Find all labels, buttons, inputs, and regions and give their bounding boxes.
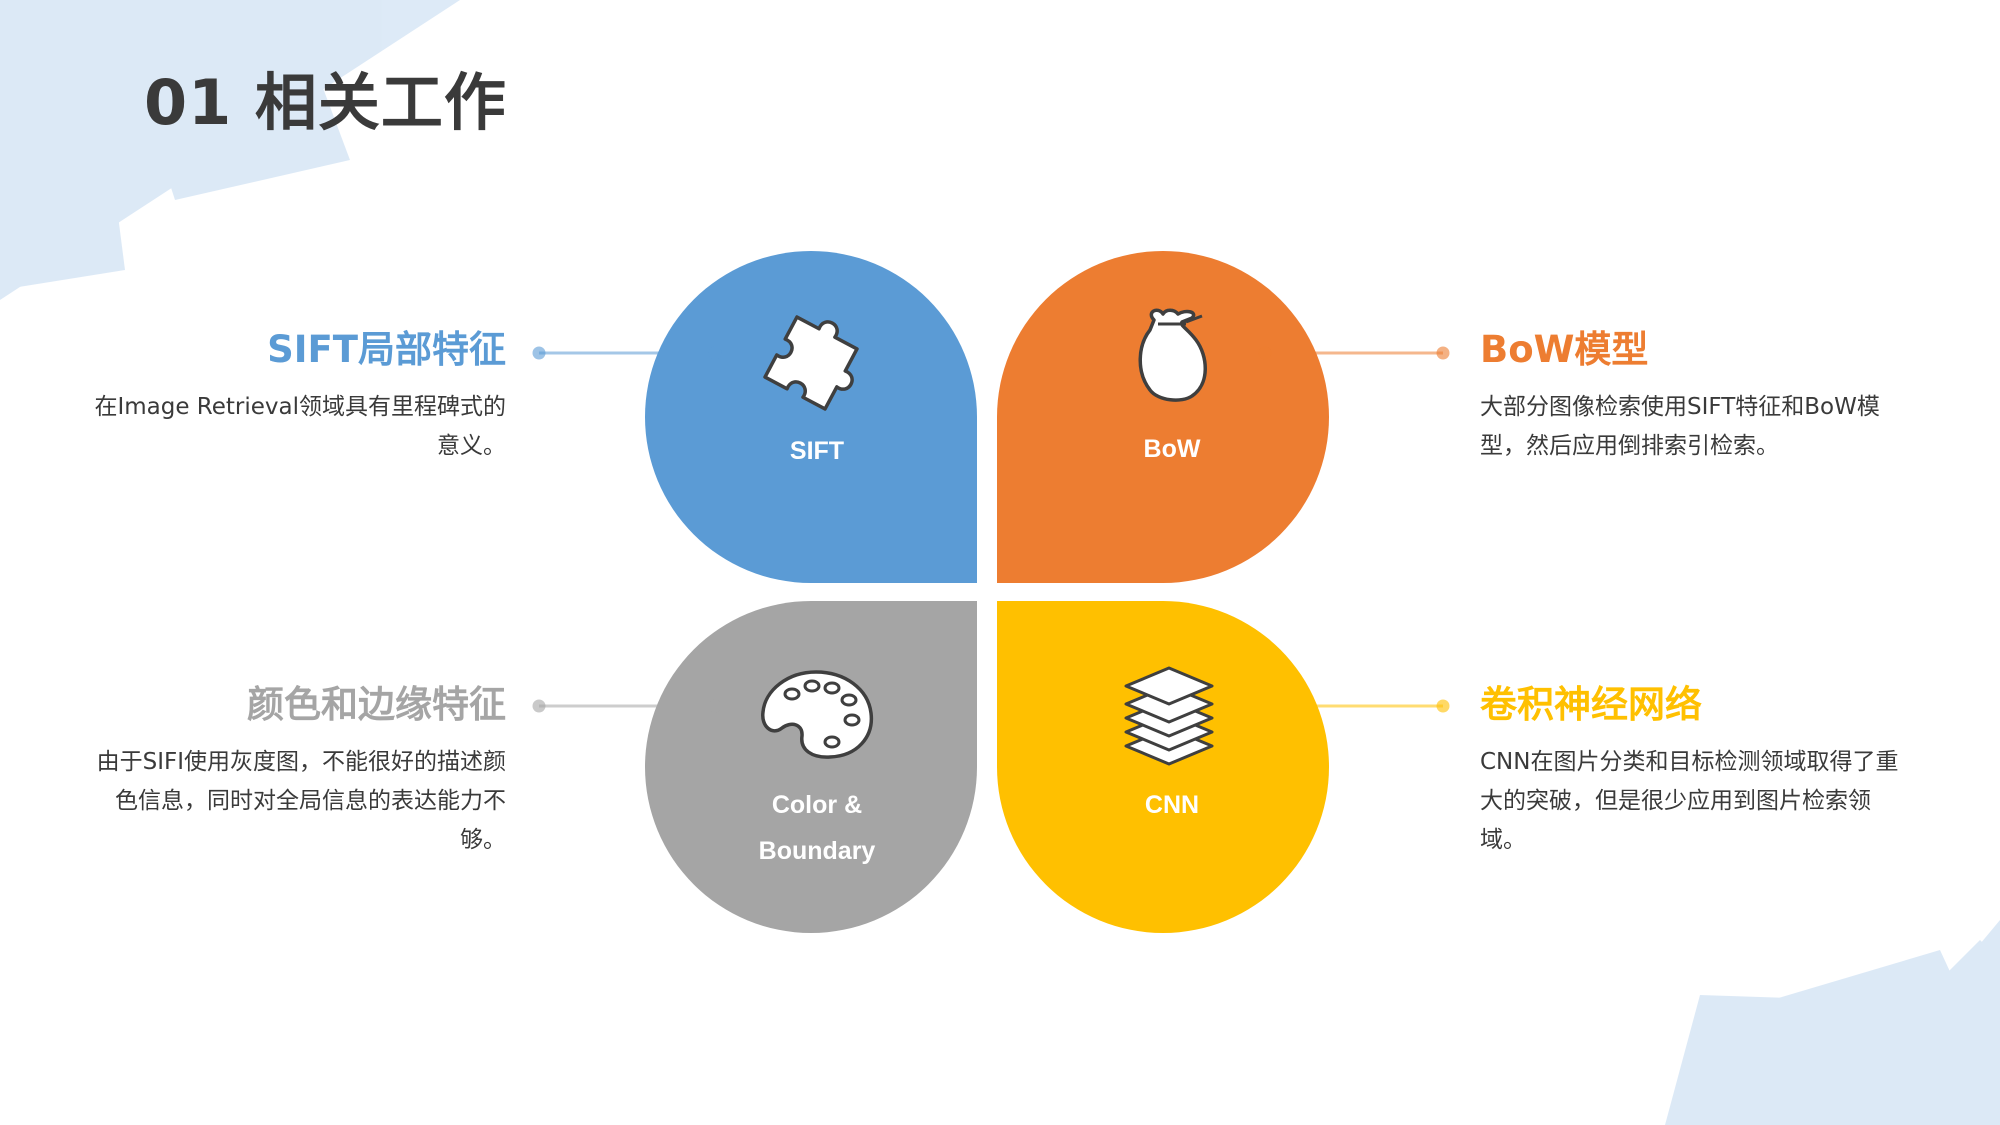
topic-title-cnn: 卷积神经网络	[1480, 683, 1702, 726]
petal-label-color-line2: Boundary	[759, 837, 876, 865]
petal-cnn	[997, 601, 1329, 933]
topic-title-color: 颜色和边缘特征	[247, 683, 506, 726]
clover-diagram: SIFT BoW Color & Boundary CNN	[532, 251, 1450, 933]
petal-label-color-line1: Color &	[772, 791, 862, 819]
topic-sift: SIFT局部特征 在Image Retrieval领域具有里程碑式的意义。	[86, 326, 506, 466]
topic-bow: BoW模型 大部分图像检索使用SIFT特征和BoW模型，然后应用倒排索引检索。	[1480, 326, 1900, 466]
topic-title-sift: SIFT局部特征	[267, 328, 506, 371]
topic-cnn: 卷积神经网络 CNN在图片分类和目标检测领域取得了重大的突破，但是很少应用到图片…	[1480, 681, 1900, 860]
topic-title-bow: BoW模型	[1480, 328, 1649, 371]
petal-sift	[645, 251, 977, 583]
topic-color: 颜色和边缘特征 由于SIFI使用灰度图，不能很好的描述颜色信息，同时对全局信息的…	[86, 681, 506, 860]
petal-label-bow: BoW	[1144, 435, 1201, 463]
topic-desc-color: 由于SIFI使用灰度图，不能很好的描述颜色信息，同时对全局信息的表达能力不够。	[96, 749, 506, 853]
topic-desc-cnn: CNN在图片分类和目标检测领域取得了重大的突破，但是很少应用到图片检索领域。	[1480, 749, 1899, 853]
petal-color	[645, 601, 977, 933]
petal-label-cnn: CNN	[1145, 791, 1199, 819]
petal-bow	[997, 251, 1329, 583]
topic-desc-sift: 在Image Retrieval领域具有里程碑式的意义。	[94, 394, 506, 459]
petal-label-sift: SIFT	[790, 437, 844, 465]
layers-icon	[1124, 666, 1214, 766]
topic-desc-bow: 大部分图像检索使用SIFT特征和BoW模型，然后应用倒排索引检索。	[1480, 394, 1880, 459]
